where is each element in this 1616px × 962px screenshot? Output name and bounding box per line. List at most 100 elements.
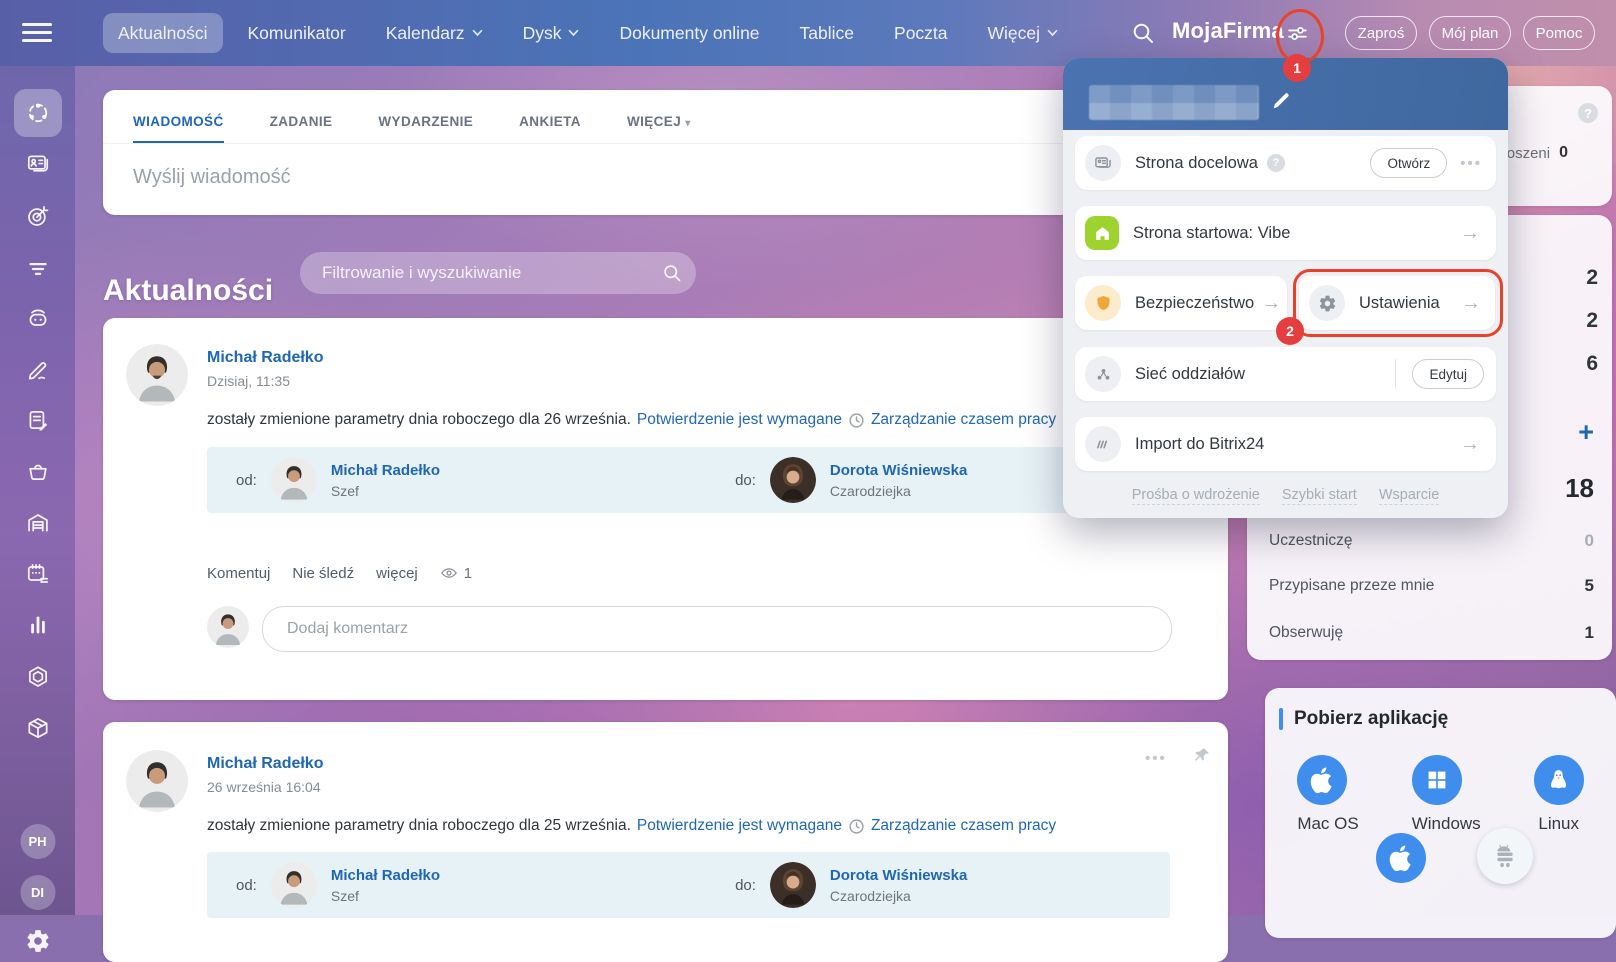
from-person-link[interactable]: Michał Radełko <box>331 462 440 479</box>
nav-dysk[interactable]: Dysk <box>508 13 595 53</box>
avatar[interactable] <box>271 457 317 503</box>
page-title: Aktualności <box>103 274 273 308</box>
to-person-link[interactable]: Dorota Wiśniewska <box>830 867 967 884</box>
widget-row[interactable]: Uczestniczę 0 <box>1247 518 1612 563</box>
sidebar-item-analytics[interactable] <box>25 612 51 638</box>
pin-icon[interactable] <box>1191 746 1211 766</box>
menu-item-label: Import do Bitrix24 <box>1135 435 1264 454</box>
widget-row[interactable]: Przypisane przeze mnie 5 <box>1247 563 1612 608</box>
edit-pencil-icon[interactable] <box>1270 90 1292 112</box>
main-nav: Aktualności Komunikator Kalendarz Dysk D… <box>103 13 1073 53</box>
confirmation-link[interactable]: Potwierdzenie jest wymagane <box>637 411 842 429</box>
sidebar-item-market[interactable] <box>25 664 51 690</box>
search-icon[interactable] <box>662 263 682 283</box>
tab-wiecej[interactable]: WIĘCEJ ▾ <box>627 114 691 143</box>
arrow-right-icon: → <box>1261 293 1281 313</box>
app-macos[interactable]: Mac OS <box>1297 755 1358 834</box>
post-actions: Komentuj Nie śledź więcej 1 <box>207 564 472 582</box>
composer-tabs: WIADOMOŚĆ ZADANIE WYDARZENIE ANKIETA WIĘ… <box>103 90 1228 143</box>
more-action[interactable]: więcej <box>376 565 418 582</box>
hamburger-menu-icon[interactable] <box>22 23 52 43</box>
my-plan-button[interactable]: Mój plan <box>1429 16 1511 50</box>
time-management-link[interactable]: Zarządzanie czasem pracy <box>871 817 1056 835</box>
post-timestamp: 26 września 16:04 <box>207 779 323 795</box>
search-icon[interactable] <box>1131 21 1155 45</box>
message-input[interactable] <box>103 144 1033 189</box>
widget-row[interactable]: Obserwuję 1 <box>1247 610 1612 655</box>
android-icon[interactable] <box>1477 828 1533 884</box>
nav-kalendarz[interactable]: Kalendarz <box>371 13 498 53</box>
feed-filter <box>300 252 696 294</box>
nav-dokumenty[interactable]: Dokumenty online <box>604 13 774 53</box>
unfollow-action[interactable]: Nie śledź <box>292 565 354 582</box>
post-author-link[interactable]: Michał Radełko <box>207 349 323 367</box>
post-text: zostały zmienione parametry dnia robocze… <box>207 411 1056 429</box>
more-ellipsis[interactable]: ••• <box>1460 155 1482 172</box>
from-person-link[interactable]: Michał Radełko <box>331 867 440 884</box>
time-management-link[interactable]: Zarządzanie czasem pracy <box>871 411 1056 429</box>
portal-name[interactable]: MojaFirma <box>1172 18 1284 44</box>
support-link[interactable]: Wsparcie <box>1379 487 1439 505</box>
menu-item-settings[interactable]: Ustawienia → <box>1299 276 1495 330</box>
sidebar-item-copilot[interactable] <box>25 306 51 332</box>
total-count[interactable]: 18 <box>1565 473 1594 504</box>
sidebar-item-shop[interactable] <box>25 459 51 485</box>
comment-action[interactable]: Komentuj <box>207 565 270 582</box>
avatar[interactable] <box>770 862 816 908</box>
sidebar-item-documents[interactable] <box>25 408 51 434</box>
avatar[interactable] <box>271 862 317 908</box>
sidebar-item-sales-funnel[interactable] <box>25 256 51 282</box>
sidebar-item-sign[interactable] <box>25 357 51 383</box>
sidebar-item-avatar-di[interactable]: DI <box>20 875 55 910</box>
avatar[interactable] <box>126 750 188 812</box>
crm-card-icon <box>25 151 51 177</box>
menu-item-import[interactable]: Import do Bitrix24 → <box>1075 417 1496 471</box>
app-linux[interactable]: Linux <box>1534 755 1584 834</box>
invite-button[interactable]: Zaproś <box>1345 16 1417 50</box>
tab-wydarzenie[interactable]: WYDARZENIE <box>378 114 473 143</box>
open-button[interactable]: Otwórz <box>1370 148 1447 178</box>
quick-start-link[interactable]: Szybki start <box>1282 487 1357 505</box>
portal-settings-sliders-icon[interactable] <box>1285 21 1310 46</box>
sidebar-item-inventory[interactable] <box>25 715 51 741</box>
filter-search-input[interactable] <box>320 262 662 284</box>
nav-komunikator[interactable]: Komunikator <box>233 13 361 53</box>
add-task-button[interactable]: + <box>1578 417 1594 448</box>
to-person-link[interactable]: Dorota Wiśniewska <box>830 462 967 479</box>
comment-input[interactable] <box>262 606 1172 652</box>
menu-item-security[interactable]: Bezpieczeństwo → <box>1075 276 1287 330</box>
sidebar-item-marketing[interactable] <box>25 203 51 229</box>
sidebar-item-schedule[interactable] <box>25 561 51 587</box>
avatar-ph: PH <box>20 824 55 859</box>
post-author-link[interactable]: Michał Radełko <box>207 755 323 773</box>
implementation-request-link[interactable]: Prośba o wdrożenie <box>1132 487 1260 505</box>
edit-button[interactable]: Edytuj <box>1412 359 1484 389</box>
post-menu-ellipsis[interactable]: ••• <box>1145 750 1167 767</box>
help-icon[interactable]: ? <box>1578 103 1598 123</box>
sidebar-item-feed[interactable] <box>14 89 62 137</box>
app-windows[interactable]: Windows <box>1412 755 1481 834</box>
sidebar-item-crm[interactable] <box>25 151 51 177</box>
menu-item-landing[interactable]: Strona docelowa ? Otwórz ••• <box>1075 136 1496 190</box>
avatar-di: DI <box>20 875 55 910</box>
nav-wiecej[interactable]: Więcej <box>973 13 1074 53</box>
apple-icon[interactable] <box>1376 833 1426 883</box>
sidebar-item-avatar-ph[interactable]: PH <box>20 824 55 859</box>
help-icon[interactable]: ? <box>1267 154 1285 172</box>
menu-item-start-page[interactable]: Strona startowa: Vibe → <box>1075 206 1496 260</box>
tab-zadanie[interactable]: ZADANIE <box>270 114 333 143</box>
avatar[interactable] <box>770 457 816 503</box>
nav-aktualnosci[interactable]: Aktualności <box>103 13 223 53</box>
nav-poczta[interactable]: Poczta <box>879 13 963 53</box>
nav-tablice[interactable]: Tablice <box>785 13 869 53</box>
help-button[interactable]: Pomoc <box>1523 16 1595 50</box>
avatar[interactable] <box>126 344 188 406</box>
to-label: do: <box>735 877 756 894</box>
menu-item-label: Strona docelowa <box>1135 154 1258 173</box>
menu-item-branch-network[interactable]: Sieć oddziałów Edytuj <box>1075 347 1496 401</box>
sidebar-item-warehouse[interactable] <box>25 510 51 536</box>
tab-ankieta[interactable]: ANKIETA <box>519 114 581 143</box>
sidebar-item-settings[interactable] <box>25 928 51 954</box>
confirmation-link[interactable]: Potwierdzenie jest wymagane <box>637 817 842 835</box>
tab-wiadomosc[interactable]: WIADOMOŚĆ <box>133 114 224 143</box>
